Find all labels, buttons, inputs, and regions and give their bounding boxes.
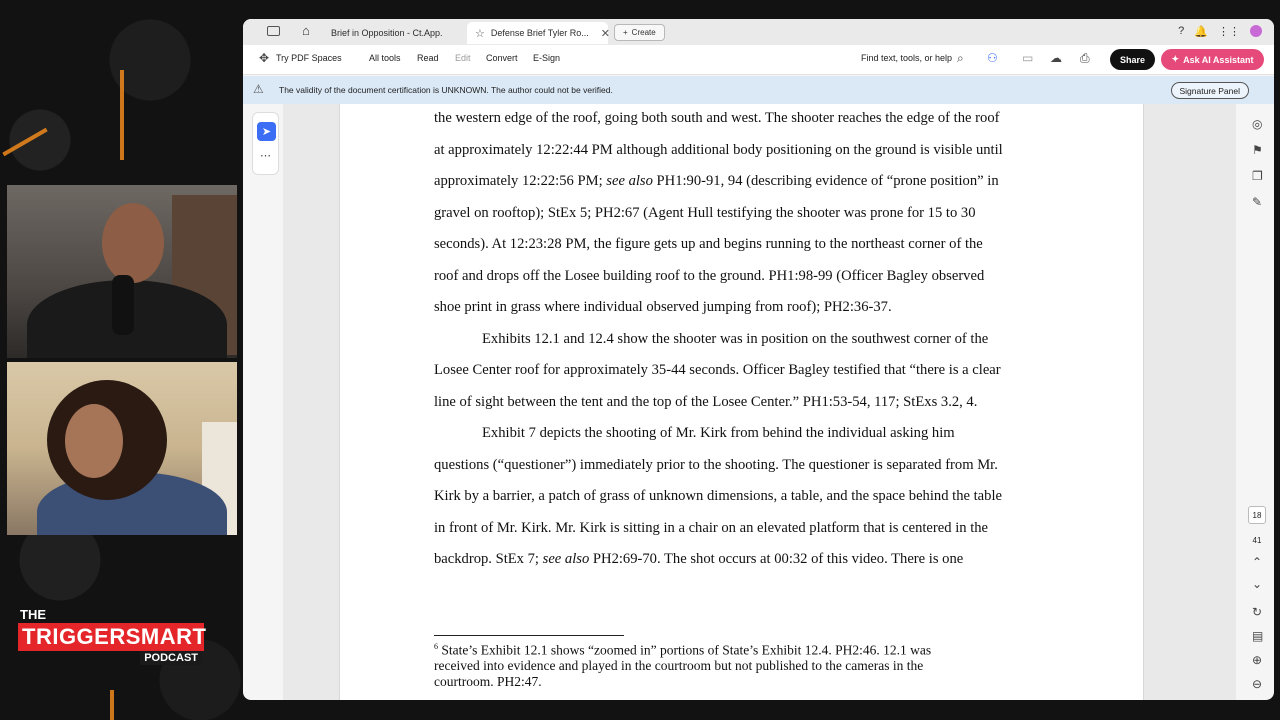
document-line: approximately 12:22:56 PM; see also PH1:… xyxy=(434,173,999,189)
document-line: in front of Mr. Kirk. Mr. Kirk is sittin… xyxy=(434,520,989,536)
podcast-logo: THE TRIGGERSMART PODCAST xyxy=(18,607,206,667)
italic-citation-signal: see also xyxy=(606,173,653,189)
pdf-page: the western edge of the roof, going both… xyxy=(339,104,1144,700)
help-icon[interactable]: ? xyxy=(1178,25,1184,38)
spaces-icon: ✥ xyxy=(259,51,270,65)
footnote-line: 6 State’s Exhibit 12.1 shows “zoomed in”… xyxy=(434,642,931,659)
right-tool-rail: ◎ ⚑ ❐ ✎ 18 41 ⌃ ⌄ ↻ ▤ ⊕ ⊖ xyxy=(1242,111,1274,700)
all-tools-button[interactable]: All tools xyxy=(369,53,401,63)
footnote-marker: 6 xyxy=(434,642,438,651)
warning-signature-icon: ⚠ xyxy=(253,82,264,96)
create-button[interactable]: + Create xyxy=(614,24,665,41)
tab-label: Brief in Opposition - Ct.App. xyxy=(331,28,443,38)
webcam-host-1 xyxy=(7,185,237,358)
share-button[interactable]: Share xyxy=(1110,49,1155,70)
logo-main-text: TRIGGERSMART xyxy=(18,623,206,651)
avatar[interactable] xyxy=(1250,25,1262,37)
footnote-line: received into evidence and played in the… xyxy=(434,658,924,673)
document-line: Losee Center roof for approximately 35-4… xyxy=(434,362,1001,378)
signature-panel-button[interactable]: Signature Panel xyxy=(1170,82,1249,99)
try-pdf-spaces-button[interactable]: Try PDF Spaces xyxy=(276,53,342,63)
decorative-line xyxy=(110,690,114,720)
person-head xyxy=(65,404,123,478)
close-icon[interactable]: ✕ xyxy=(601,27,610,40)
zoom-out-icon[interactable]: ⊖ xyxy=(1252,677,1262,691)
esign-button[interactable]: E-Sign xyxy=(533,53,560,63)
chevron-down-icon[interactable]: ⌄ xyxy=(1252,577,1262,591)
decorative-line xyxy=(120,70,124,160)
document-viewport[interactable]: the western edge of the roof, going both… xyxy=(283,104,1236,700)
search-field[interactable]: Find text, tools, or help xyxy=(861,53,952,63)
fill-sign-icon[interactable]: ✎ xyxy=(1252,195,1262,209)
person-head xyxy=(102,203,164,283)
ai-assistant-label: Ask AI Assistant xyxy=(1183,54,1254,65)
tab-brief-opposition[interactable]: Brief in Opposition - Ct.App. xyxy=(323,22,465,44)
document-line: gravel on rooftop); StEx 5; PH2:67 (Agen… xyxy=(434,205,976,221)
document-line: seconds). At 12:23:28 PM, the figure get… xyxy=(434,236,983,252)
document-line: questions (“questioner”) immediately pri… xyxy=(434,457,998,473)
ai-tools-icon[interactable]: ⚇ xyxy=(987,51,998,65)
pages-icon[interactable]: ❐ xyxy=(1252,169,1263,183)
select-cursor-icon[interactable]: ➤ xyxy=(257,122,276,141)
certification-banner: ⚠ The validity of the document certifica… xyxy=(243,76,1274,104)
tab-label: Defense Brief Tyler Ro... xyxy=(490,28,589,38)
document-line: shoe print in grass where individual obs… xyxy=(434,299,892,315)
ai-sparkle-icon: ✦ xyxy=(1171,54,1180,64)
current-page-number[interactable]: 18 xyxy=(1248,506,1266,524)
document-line: at approximately 12:22:44 PM although ad… xyxy=(434,142,1003,158)
document-line: the western edge of the roof, going both… xyxy=(434,110,1000,126)
comment-icon[interactable]: ◎ xyxy=(1252,117,1262,131)
italic-citation-signal: see also xyxy=(542,551,590,567)
bookmark-icon[interactable]: ⚑ xyxy=(1252,143,1263,157)
banner-message: The validity of the document certificati… xyxy=(279,85,613,95)
page-info-icon[interactable]: ▤ xyxy=(1252,629,1263,643)
main-toolbar: ✥ Try PDF Spaces All tools Read Edit Con… xyxy=(243,45,1274,75)
home-icon[interactable]: ⌂ xyxy=(302,23,310,38)
footnote-line: courtroom. PH2:47. xyxy=(434,674,542,689)
tab-defense-brief[interactable]: ☆ Defense Brief Tyler Ro... ✕ xyxy=(467,22,610,44)
star-icon[interactable]: ☆ xyxy=(475,27,485,40)
acrobat-window: ⌂ Brief in Opposition - Ct.App. ☆ Defens… xyxy=(243,19,1274,700)
document-line: Exhibits 12.1 and 12.4 show the shooter … xyxy=(482,331,989,347)
zoom-in-icon[interactable]: ⊕ xyxy=(1252,653,1262,667)
total-pages: 41 xyxy=(1252,535,1262,545)
footnote-text: State’s Exhibit 12.1 shows “zoomed in” p… xyxy=(441,642,932,658)
tab-bar: ⌂ Brief in Opposition - Ct.App. ☆ Defens… xyxy=(243,19,1274,45)
webcam-host-2 xyxy=(7,362,237,535)
document-line: roof and drops off the Losee building ro… xyxy=(434,268,985,284)
document-line: backdrop. StEx 7; see also PH2:69-70. Th… xyxy=(434,551,964,567)
left-tool-rail: ➤ ⋯ xyxy=(252,112,279,175)
read-button[interactable]: Read xyxy=(417,53,439,63)
print-icon[interactable]: ⎙ xyxy=(1080,51,1090,66)
search-icon[interactable]: ⌕ xyxy=(957,51,964,66)
document-line: line of sight between the tent and the t… xyxy=(434,394,978,410)
chevron-up-icon[interactable]: ⌃ xyxy=(1252,555,1262,569)
footnote-separator xyxy=(434,635,624,636)
more-tools-icon[interactable]: ⋯ xyxy=(260,149,271,162)
ask-ai-assistant-button[interactable]: ✦ Ask AI Assistant xyxy=(1161,49,1264,70)
upload-cloud-icon[interactable]: ☁ xyxy=(1050,51,1062,65)
logo-sub-text: PODCAST xyxy=(140,651,202,665)
plus-icon: + xyxy=(623,28,628,37)
sidebar-toggle-icon[interactable] xyxy=(267,26,280,36)
logo-the-text: THE xyxy=(20,607,46,622)
save-icon[interactable]: ▭ xyxy=(1022,51,1033,65)
convert-button[interactable]: Convert xyxy=(486,53,518,63)
window-controls: ? 🔔 ⋮⋮ xyxy=(1178,25,1262,38)
microphone xyxy=(112,275,134,335)
edit-button[interactable]: Edit xyxy=(455,53,471,63)
bell-icon[interactable]: 🔔 xyxy=(1194,25,1208,38)
create-label: Create xyxy=(631,28,656,37)
document-line: Kirk by a barrier, a patch of grass of u… xyxy=(434,488,1002,504)
document-line: Exhibit 7 depicts the shooting of Mr. Ki… xyxy=(482,425,955,441)
rotate-icon[interactable]: ↻ xyxy=(1252,605,1262,619)
apps-grid-icon[interactable]: ⋮⋮ xyxy=(1218,25,1240,38)
